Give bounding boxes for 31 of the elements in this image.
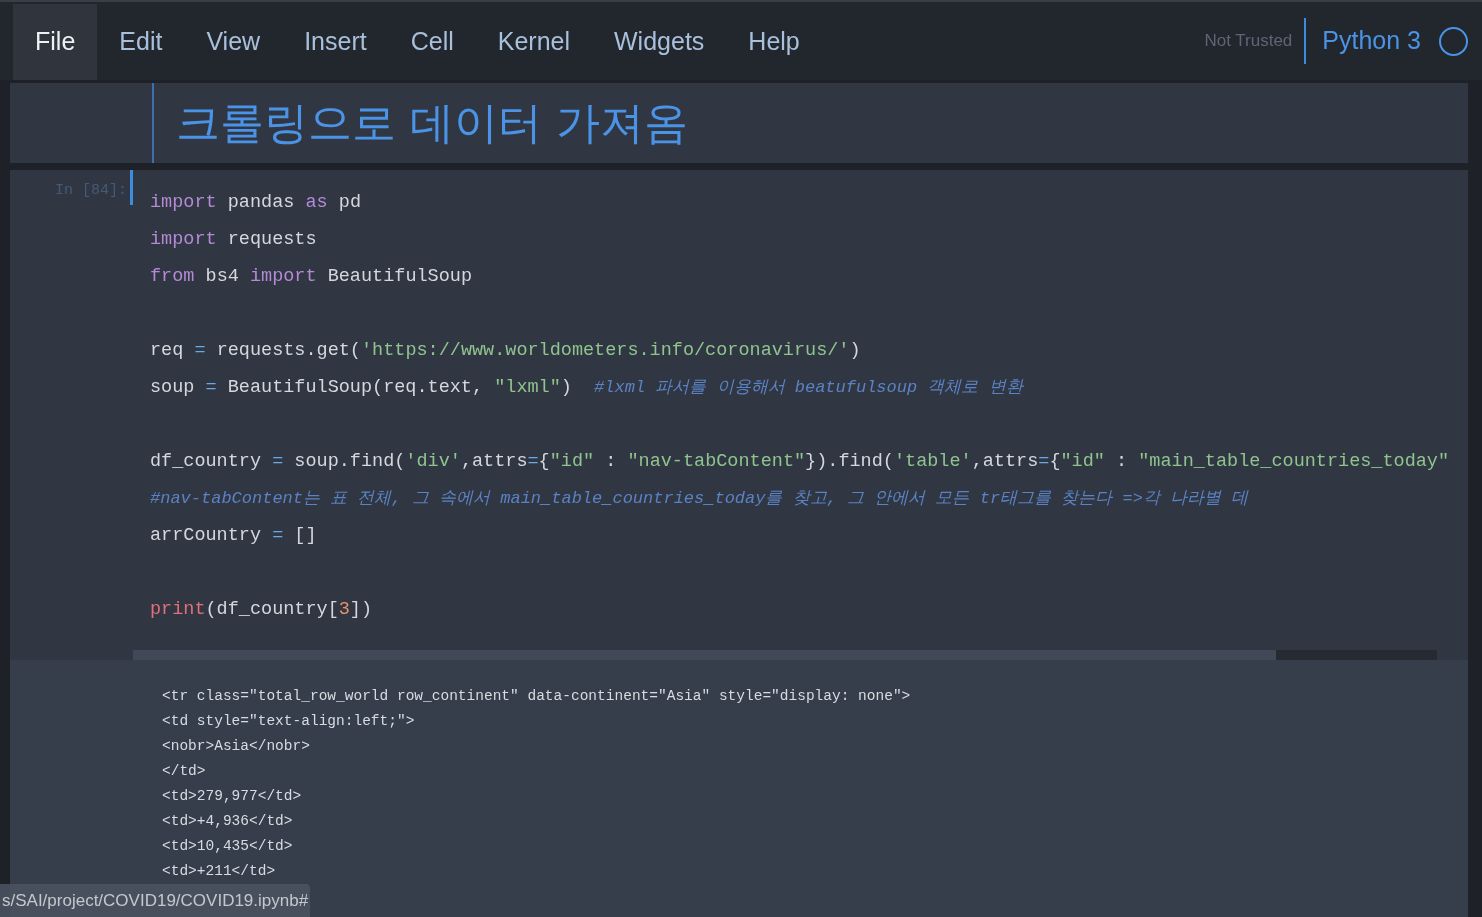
menu-item[interactable]: File — [13, 4, 98, 80]
code-line: import requests — [150, 229, 317, 250]
code-line: soup = BeautifulSoup(req.text, "lxml") #lxml 파서를 이용해서 beatufulsoup 객체로 변환 — [150, 377, 1023, 398]
menu-item[interactable]: Help — [726, 4, 822, 80]
menu-item[interactable]: Edit — [97, 4, 185, 80]
code-line: arrCountry = [] — [150, 525, 317, 546]
output-line: <td>279,977</td> — [162, 788, 302, 804]
menu-item[interactable]: Kernel — [475, 4, 592, 80]
code-line: #nav-tabContent는 표 전체, 그 속에서 main_table_countries_today를 찾고, 그 안에서 모든 tr태그를 찾는다 =>각 나라별 데 — [150, 488, 1249, 509]
menu-item[interactable]: Insert — [282, 4, 389, 80]
output-line: <td>10,435</td> — [162, 838, 293, 854]
kernel-name[interactable]: Python 3 — [1306, 22, 1439, 60]
code-line: req = requests.get('https://www.worldometers.info/coronavirus/') — [150, 340, 861, 361]
menu-item[interactable]: Cell — [388, 4, 476, 80]
code-line: print(df_country[3]) — [150, 599, 373, 620]
output-line: <td>+211</td> — [162, 863, 276, 879]
output-line: <td>+4,936</td> — [162, 813, 293, 829]
code-line: df_country = soup.find('div',attrs={"id" : "nav-tabContent"}).find('table',attrs={"id" : "main_table_countries_today" — [150, 451, 1450, 472]
markdown-cell[interactable]: 크롤링으로 데이터 가져옴 — [10, 83, 1468, 163]
cell-heading: 크롤링으로 데이터 가져옴 — [176, 96, 688, 150]
output-line: </td> — [162, 763, 206, 779]
output-line: <tr class="total_row_world row_continent" data-continent="Asia" style="display: none"> — [162, 688, 911, 704]
kernel-idle-icon — [1439, 26, 1468, 56]
menu-item[interactable]: View — [184, 4, 283, 80]
output-line: <td style="text-align:left;"> — [162, 713, 415, 729]
output-line: <nobr>Asia</nobr> — [162, 738, 310, 754]
status-url-tooltip: s/SAI/project/COVID19/COVID19.ipynb# — [0, 884, 311, 917]
code-line: import pandas as pd — [150, 192, 361, 213]
menu-item[interactable]: Widgets — [592, 4, 727, 80]
code-line: from bs4 import BeautifulSoup — [150, 266, 472, 287]
code-cell[interactable] — [10, 170, 1468, 660]
